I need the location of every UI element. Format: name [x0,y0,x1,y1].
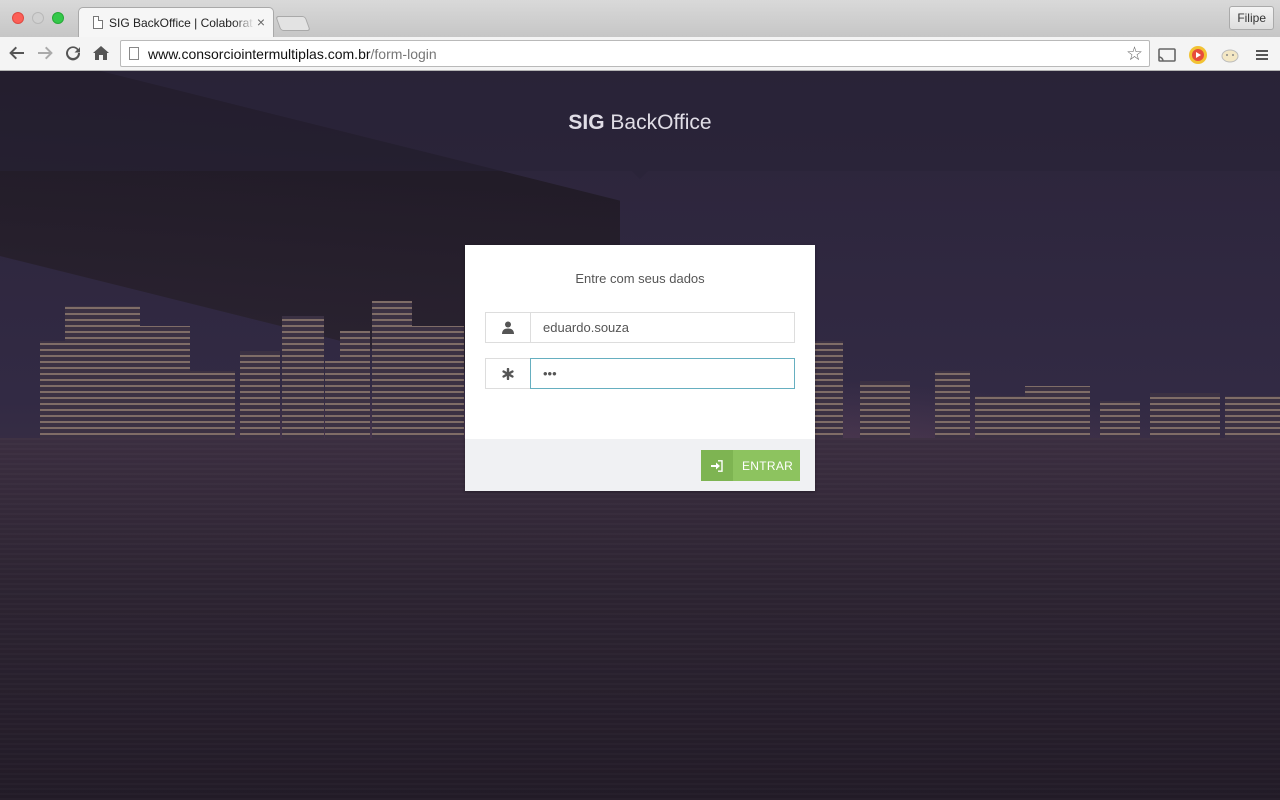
entrar-button[interactable]: ENTRAR [701,450,800,481]
page-icon [93,16,103,29]
river-water [0,438,1280,800]
play-extension-icon[interactable] [1188,45,1208,65]
sign-in-icon [701,450,733,481]
profile-button[interactable]: Filipe [1229,6,1274,30]
new-tab-button[interactable] [275,16,311,31]
window-minimize-button[interactable] [32,12,44,24]
window-close-button[interactable] [12,12,24,24]
tab-strip: SIG BackOffice | Colaborat × Filipe [0,0,1280,37]
page-icon [129,47,139,60]
header-band: SIG BackOffice [0,71,1280,171]
login-form: Entre com seus dados ••• ENTRAR [465,245,815,491]
username-field [485,312,795,343]
browser-chrome: SIG BackOffice | Colaborat × Filipe www.… [0,0,1280,71]
back-icon[interactable] [6,42,28,64]
password-field: ••• [485,358,795,389]
browser-tab[interactable]: SIG BackOffice | Colaborat × [78,7,274,37]
cast-icon[interactable] [1157,45,1177,65]
password-input[interactable]: ••• [530,358,795,389]
brand-title: SIG BackOffice [568,111,712,134]
tab-title: SIG BackOffice | Colaborat [109,16,253,30]
url-text[interactable]: www.consorciointermultiplas.com.br/form-… [148,46,437,62]
login-title: Entre com seus dados [575,271,705,286]
user-icon [485,312,530,343]
browser-toolbar: www.consorciointermultiplas.com.br/form-… [0,37,1280,71]
reload-icon[interactable] [62,42,84,64]
bookmark-star-icon[interactable]: ☆ [1126,43,1143,66]
forward-icon[interactable] [34,42,56,64]
login-page: SIG BackOffice Entre com seus dados ••• … [0,71,1280,800]
address-bar[interactable]: www.consorciointermultiplas.com.br/form-… [120,40,1150,67]
extension-icon[interactable] [1220,45,1240,65]
home-icon[interactable] [90,42,112,64]
asterisk-icon [485,358,530,389]
username-input[interactable] [530,312,795,343]
menu-icon[interactable] [1254,45,1274,65]
window-maximize-button[interactable] [52,12,64,24]
entrar-label: ENTRAR [742,458,794,473]
close-tab-icon[interactable]: × [257,14,265,30]
header-caret [632,171,648,179]
login-footer: ENTRAR [465,439,815,491]
